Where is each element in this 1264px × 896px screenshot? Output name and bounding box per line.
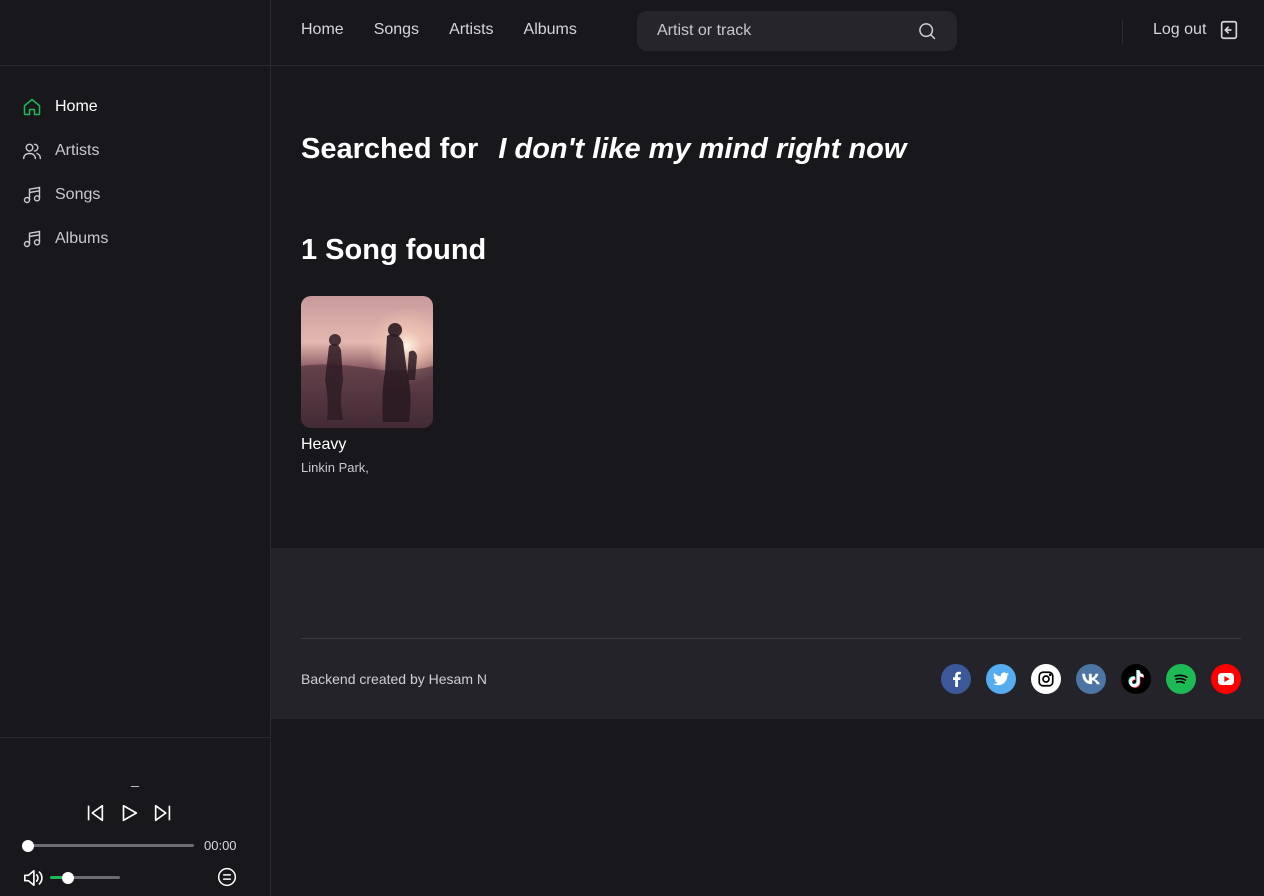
sidebar-item-songs[interactable]: Songs [0, 173, 270, 217]
queue-icon[interactable] [217, 867, 237, 887]
vk-icon[interactable] [1076, 664, 1106, 694]
sidebar-item-albums[interactable]: Albums [0, 217, 270, 261]
header-divider [1122, 20, 1123, 44]
top-nav: Home Songs Artists Albums [301, 21, 577, 39]
searched-label: Searched for [301, 133, 479, 165]
youtube-icon[interactable] [1211, 664, 1241, 694]
progress-slider[interactable] [22, 839, 194, 852]
player: _ 00:00 [0, 737, 270, 896]
top-nav-artists[interactable]: Artists [449, 21, 493, 39]
music-note-icon [22, 185, 42, 205]
top-header: Home Songs Artists Albums Log out [271, 0, 1264, 66]
next-track-icon[interactable] [152, 802, 174, 824]
progress-knob[interactable] [22, 839, 34, 852]
users-icon [22, 141, 42, 161]
previous-track-icon[interactable] [84, 802, 106, 824]
song-card[interactable]: Heavy Linkin Park, [301, 296, 433, 475]
home-icon [22, 97, 42, 117]
volume-slider[interactable] [50, 871, 120, 884]
top-nav-home[interactable]: Home [301, 21, 344, 39]
twitter-icon[interactable] [986, 664, 1016, 694]
now-playing-title: _ [131, 771, 139, 787]
social-links [941, 664, 1241, 694]
sidebar-item-label: Songs [55, 186, 101, 203]
search-query: I don't like my mind right now [498, 133, 907, 165]
search-icon[interactable] [917, 21, 937, 41]
song-title[interactable]: Heavy [301, 436, 433, 454]
footer-credit: Backend created by Hesam N [301, 671, 487, 687]
sidebar-nav: Home Artists Songs Albums [0, 66, 270, 261]
footer: Backend created by Hesam N [271, 548, 1264, 719]
play-icon[interactable] [118, 802, 140, 824]
instagram-icon[interactable] [1031, 664, 1061, 694]
results-count: 1 Song found [301, 234, 487, 266]
song-artist[interactable]: Linkin Park, [301, 460, 433, 475]
sidebar-item-label: Home [55, 98, 98, 115]
volume-knob[interactable] [61, 871, 74, 884]
spotify-icon[interactable] [1166, 664, 1196, 694]
album-cover[interactable] [301, 296, 433, 428]
tiktok-icon[interactable] [1121, 664, 1151, 694]
search-heading: Searched for I don't like my mind right … [301, 133, 906, 166]
elapsed-time: 00:00 [204, 838, 237, 853]
search-box [637, 11, 957, 51]
logout-label: Log out [1153, 21, 1207, 38]
search-input[interactable] [637, 22, 907, 40]
sidebar-item-label: Albums [55, 230, 109, 247]
facebook-icon[interactable] [941, 664, 971, 694]
volume-icon[interactable] [22, 868, 44, 888]
sidebar-item-label: Artists [55, 142, 100, 159]
sidebar: Home Artists Songs Albums _ 00:00 [0, 0, 271, 896]
logout-icon [1218, 19, 1240, 41]
music-note-icon [22, 229, 42, 249]
sidebar-item-artists[interactable]: Artists [0, 129, 270, 173]
footer-divider [301, 638, 1241, 639]
sidebar-item-home[interactable]: Home [0, 85, 270, 129]
top-nav-songs[interactable]: Songs [374, 21, 419, 39]
top-nav-albums[interactable]: Albums [524, 21, 577, 39]
player-controls [84, 802, 174, 824]
logout-button[interactable]: Log out [1153, 19, 1240, 41]
sidebar-logo-area [0, 0, 270, 66]
